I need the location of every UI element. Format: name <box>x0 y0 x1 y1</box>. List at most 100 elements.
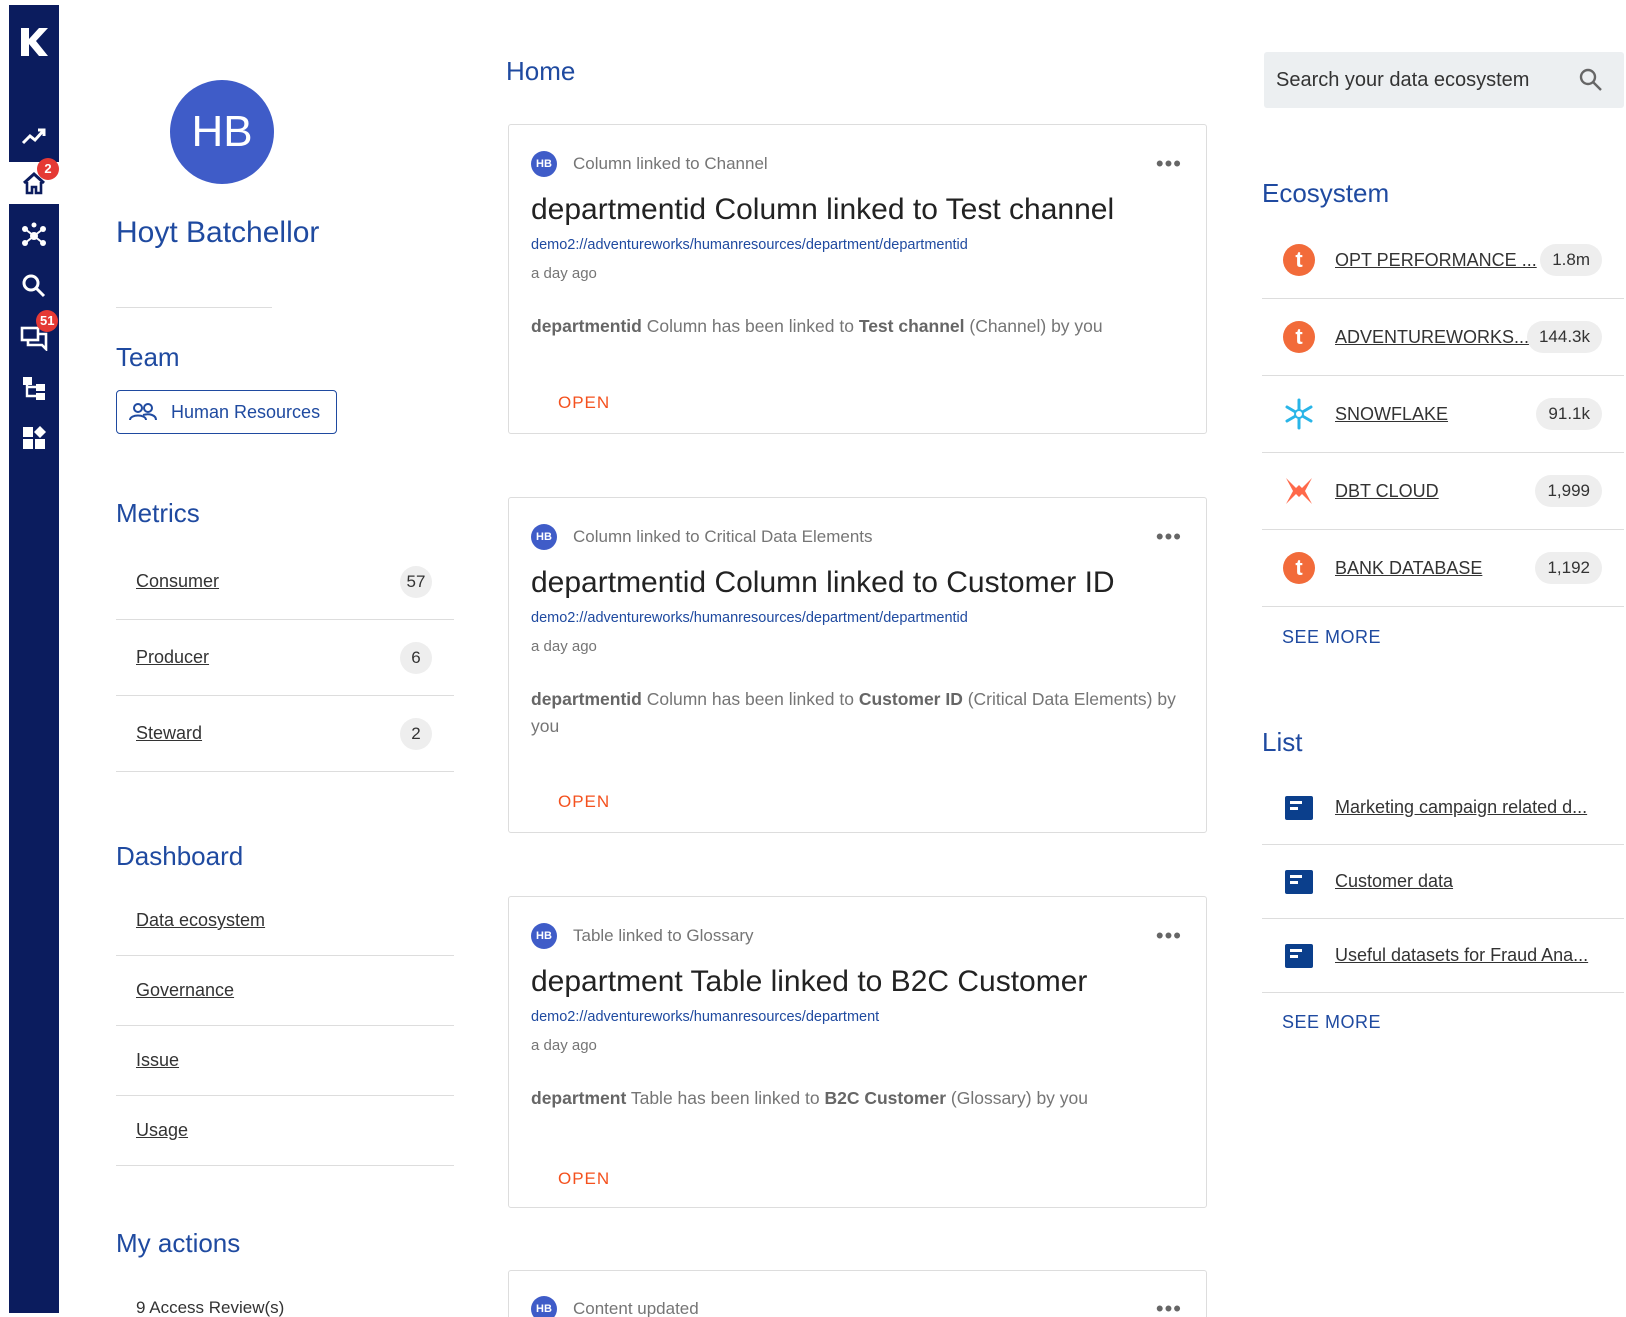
list-icon <box>1282 939 1316 973</box>
more-options-icon[interactable]: ••• <box>1156 1296 1182 1317</box>
activity-card: HB Content updated ••• <box>508 1270 1207 1317</box>
t-icon: t <box>1282 243 1316 277</box>
card-type: Column linked to Channel <box>573 154 768 173</box>
ecosystem-link[interactable]: OPT PERFORMANCE ... <box>1335 250 1537 271</box>
card-avatar: HB <box>531 151 557 177</box>
list-link[interactable]: Marketing campaign related d... <box>1335 797 1587 818</box>
list-item: Useful datasets for Fraud Ana... <box>1262 919 1624 993</box>
open-button[interactable]: OPEN <box>558 792 610 812</box>
list-link[interactable]: Useful datasets for Fraud Ana... <box>1335 945 1588 966</box>
ecosystem-link[interactable]: BANK DATABASE <box>1335 558 1482 579</box>
my-actions-access-review[interactable]: 9 Access Review(s) <box>136 1298 284 1317</box>
team-title: Team <box>116 342 180 372</box>
activity-card: HB Column linked to Channel ••• departmen… <box>508 124 1207 434</box>
ecosystem-count: 1.8m <box>1540 244 1602 276</box>
network-icon[interactable] <box>9 215 59 257</box>
dashboard-item: Issue <box>116 1026 454 1096</box>
card-description: department Table has been linked to B2C … <box>531 1088 1089 1108</box>
more-options-icon[interactable]: ••• <box>1156 151 1182 177</box>
metrics-title: Metrics <box>116 498 200 528</box>
divider <box>116 307 272 308</box>
open-button[interactable]: OPEN <box>558 1169 610 1189</box>
card-type: Column linked to Critical Data Elements <box>573 527 873 546</box>
team-chip-label: Human Resources <box>171 401 321 422</box>
metric-steward: Steward 2 <box>116 696 454 772</box>
card-type: Content updated <box>573 1299 699 1317</box>
user-avatar: HB <box>170 80 274 184</box>
card-path: demo2://adventureworks/humanresources/de… <box>531 237 968 253</box>
dashboard-icon[interactable] <box>9 417 59 459</box>
ecosystem-count: 91.1k <box>1536 398 1602 430</box>
card-description: departmentid Column has been linked to T… <box>531 316 1103 336</box>
ecosystem-item: t ADVENTUREWORKS... 144.3k <box>1262 299 1624 376</box>
dashboard-title: Dashboard <box>116 841 244 871</box>
search-icon[interactable] <box>1578 67 1604 93</box>
ecosystem-title: Ecosystem <box>1262 178 1390 208</box>
page-title: Home <box>506 56 576 86</box>
ecosystem-link[interactable]: SNOWFLAKE <box>1335 404 1448 425</box>
k-logo-icon[interactable] <box>9 19 59 65</box>
card-path: demo2://adventureworks/humanresources/de… <box>531 610 968 626</box>
snowflake-icon <box>1282 397 1316 431</box>
metric-steward-link[interactable]: Steward <box>136 723 202 744</box>
metric-consumer-count: 57 <box>400 565 432 598</box>
list-item: Customer data <box>1262 845 1624 919</box>
ecosystem-item: t BANK DATABASE 1,192 <box>1262 530 1624 607</box>
ecosystem-count: 144.3k <box>1526 321 1602 353</box>
list-item: Marketing campaign related d... <box>1262 771 1624 845</box>
metric-consumer-link[interactable]: Consumer <box>136 571 219 592</box>
card-description: departmentid Column has been linked to C… <box>531 689 1176 736</box>
ecosystem-list: t OPT PERFORMANCE ... 1.8m t ADVENTUREWO… <box>1262 222 1624 607</box>
group-icon <box>129 403 157 421</box>
dashboard-link-governance[interactable]: Governance <box>136 980 234 1001</box>
hierarchy-icon[interactable] <box>9 367 59 409</box>
card-time: a day ago <box>531 265 597 282</box>
list-link[interactable]: Customer data <box>1335 871 1453 892</box>
trend-icon[interactable] <box>9 115 59 157</box>
more-options-icon[interactable]: ••• <box>1156 524 1182 550</box>
metric-producer-count: 6 <box>400 641 432 674</box>
card-title: department Table linked to B2C Customer <box>531 965 1088 998</box>
team-chip[interactable]: Human Resources <box>116 390 337 434</box>
card-avatar: HB <box>531 1296 557 1317</box>
card-path: demo2://adventureworks/humanresources/de… <box>531 1009 880 1025</box>
home-notification-badge: 2 <box>37 158 59 180</box>
search-input[interactable]: Search your data ecosystem <box>1276 69 1529 92</box>
metric-steward-count: 2 <box>400 717 432 750</box>
dashboard-link-usage[interactable]: Usage <box>136 1120 188 1141</box>
dashboard-link-data-ecosystem[interactable]: Data ecosystem <box>136 910 265 931</box>
activity-card: HB Table linked to Glossary ••• departmen… <box>508 896 1207 1208</box>
ecosystem-count: 1,999 <box>1535 475 1602 507</box>
more-options-icon[interactable]: ••• <box>1156 923 1182 949</box>
metrics-list: Consumer 57 Producer 6 Steward 2 <box>116 544 454 772</box>
ecosystem-count: 1,192 <box>1535 552 1602 584</box>
list-icon <box>1282 865 1316 899</box>
metric-producer-link[interactable]: Producer <box>136 647 209 668</box>
t-icon: t <box>1282 551 1316 585</box>
open-button[interactable]: OPEN <box>558 393 610 413</box>
dashboard-list: Data ecosystem Governance Issue Usage <box>116 886 454 1166</box>
dashboard-item: Usage <box>116 1096 454 1166</box>
card-title: departmentid Column linked to Test chann… <box>531 193 1115 226</box>
activity-card: HB Column linked to Critical Data Element… <box>508 497 1207 833</box>
card-type: Table linked to Glossary <box>573 926 754 945</box>
list-icon <box>1282 791 1316 825</box>
card-title: departmentid Column linked to Customer I… <box>531 566 1115 599</box>
card-avatar: HB <box>531 524 557 550</box>
list-see-more-button[interactable]: SEE MORE <box>1282 1012 1381 1033</box>
ecosystem-link[interactable]: DBT CLOUD <box>1335 481 1439 502</box>
ecosystem-item: DBT CLOUD 1,999 <box>1262 453 1624 530</box>
ecosystem-see-more-button[interactable]: SEE MORE <box>1282 627 1381 648</box>
card-time: a day ago <box>531 1037 597 1054</box>
search-icon[interactable] <box>9 265 59 307</box>
ecosystem-link[interactable]: ADVENTUREWORKS... <box>1335 327 1529 348</box>
dashboard-link-issue[interactable]: Issue <box>136 1050 179 1071</box>
metric-consumer: Consumer 57 <box>116 544 454 620</box>
search-bar[interactable]: Search your data ecosystem <box>1264 52 1624 108</box>
ecosystem-item: t OPT PERFORMANCE ... 1.8m <box>1262 222 1624 299</box>
dashboard-item: Governance <box>116 956 454 1026</box>
nav-rail: 2 51 <box>9 5 59 1313</box>
dashboard-item: Data ecosystem <box>116 886 454 956</box>
list-list: Marketing campaign related d... Customer… <box>1262 771 1624 993</box>
dbt-icon <box>1282 474 1316 508</box>
